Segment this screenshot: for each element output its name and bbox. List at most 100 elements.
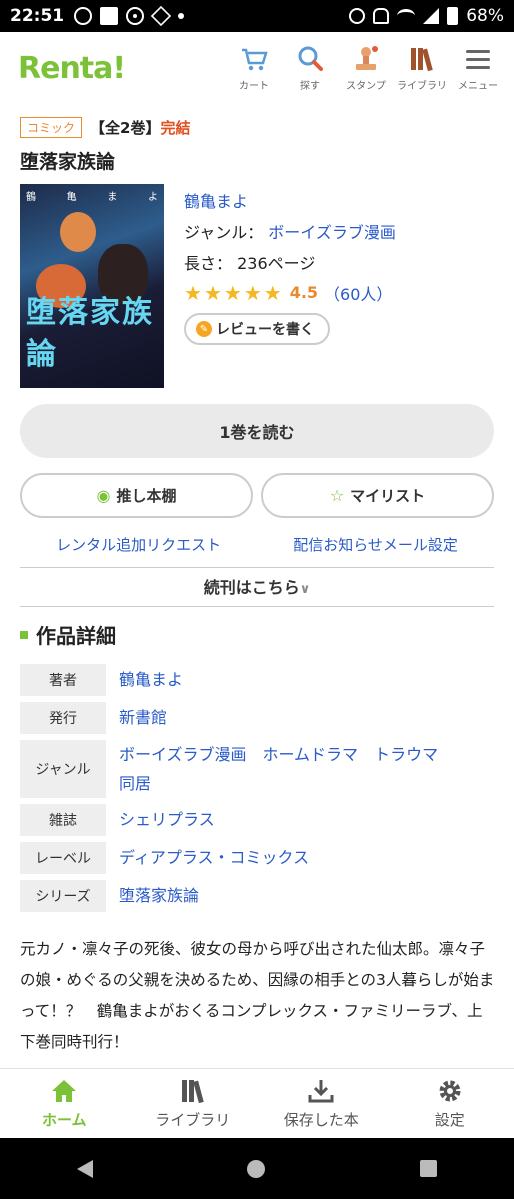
nav-search[interactable]: 探す bbox=[284, 44, 336, 92]
star-rating: ★ ★ ★ ★ ★ bbox=[184, 283, 282, 303]
detail-genre-link[interactable]: ホームドラマ bbox=[263, 742, 359, 768]
status-bar: 22:51 68% bbox=[0, 0, 514, 32]
signal-icon bbox=[423, 8, 440, 24]
book-meta: コミック 【全2巻】 完結 bbox=[20, 117, 190, 138]
library-icon bbox=[411, 48, 433, 72]
detail-label: 雑誌 bbox=[20, 804, 106, 836]
mylist-button[interactable]: ☆ マイリスト bbox=[261, 473, 494, 518]
library-icon bbox=[181, 1080, 204, 1104]
genre-link[interactable]: ボーイズラブ漫画 bbox=[268, 219, 396, 243]
bottom-nav-settings[interactable]: 設定 bbox=[386, 1069, 514, 1138]
home-icon bbox=[52, 1080, 77, 1102]
detail-magazine-link[interactable]: シェリプラス bbox=[119, 807, 215, 833]
detail-label: シリーズ bbox=[20, 880, 106, 912]
write-review-button[interactable]: ✎ レビューを書く bbox=[184, 313, 330, 345]
alarm-icon bbox=[349, 8, 366, 24]
bottom-nav-saved[interactable]: 保存した本 bbox=[257, 1069, 386, 1138]
home-circle-icon[interactable] bbox=[247, 1159, 266, 1178]
detail-label: ジャンル bbox=[20, 740, 106, 798]
chevron-down-icon: ∨ bbox=[299, 582, 311, 597]
detail-row-label: レーベル ディアプラス・コミックス bbox=[20, 842, 494, 874]
category-tag: コミック bbox=[20, 117, 83, 138]
detail-genre-link[interactable]: ボーイズラブ漫画 bbox=[119, 742, 247, 768]
star-icon: ★ bbox=[223, 280, 242, 305]
more-notifications-icon bbox=[178, 13, 185, 19]
cover-author-char: ま bbox=[107, 192, 118, 203]
mute-icon bbox=[373, 8, 390, 24]
cover-author-char: 鶴 bbox=[26, 192, 36, 203]
heading-marker bbox=[20, 630, 28, 639]
nav-cart-label: カート bbox=[239, 81, 269, 92]
search-icon bbox=[298, 46, 323, 71]
system-nav-bar bbox=[0, 1138, 514, 1199]
book-info: 鶴亀まよ ジャンル： ボーイズラブ漫画 長さ： 236ページ ★ ★ ★ ★ ★… bbox=[184, 184, 396, 345]
gear-icon bbox=[439, 1080, 461, 1102]
detail-row-magazine: 雑誌 シェリプラス bbox=[20, 804, 494, 836]
details-heading: 作品詳細 bbox=[20, 620, 116, 649]
recent-apps-icon[interactable] bbox=[419, 1160, 437, 1177]
header-nav: カート 探す スタンプ ライブラリ メニュー bbox=[228, 44, 504, 92]
record-icon bbox=[126, 7, 145, 25]
detail-label: レーベル bbox=[20, 842, 106, 874]
detail-genre-link[interactable]: トラウマ bbox=[374, 742, 438, 768]
star-icon: ★ bbox=[184, 280, 202, 305]
nav-library[interactable]: ライブラリ bbox=[396, 44, 448, 92]
menu-icon bbox=[466, 50, 490, 69]
notify-setting-link[interactable]: 配信お知らせメール設定 bbox=[293, 534, 458, 555]
download-icon bbox=[308, 1080, 334, 1103]
status-time: 22:51 bbox=[10, 6, 65, 26]
detail-row-publisher: 発行 新書館 bbox=[20, 702, 494, 734]
detail-imprint-link[interactable]: ディアプラス・コミックス bbox=[119, 845, 309, 871]
detail-author-link[interactable]: 鶴亀まよ bbox=[119, 667, 183, 693]
book-title: 堕落家族論 bbox=[20, 151, 116, 173]
nav-search-label: 探す bbox=[300, 81, 320, 92]
detail-series-link[interactable]: 堕落家族論 bbox=[119, 883, 199, 909]
bottom-nav-library[interactable]: ライブラリ bbox=[129, 1069, 258, 1138]
docomo-icon bbox=[74, 7, 93, 25]
continued-label: 続刊はこちら bbox=[203, 578, 300, 597]
cart-icon bbox=[242, 48, 268, 71]
cover-author: 鶴 亀 ま よ bbox=[26, 188, 158, 203]
cover-author-char: 亀 bbox=[66, 192, 77, 203]
detail-row-author: 著者 鶴亀まよ bbox=[20, 664, 494, 696]
book-cover[interactable]: 鶴 亀 ま よ 堕落家族論 bbox=[20, 184, 164, 388]
continued-volumes-toggle[interactable]: 続刊はこちら∨ bbox=[0, 574, 514, 598]
cover-figure bbox=[60, 212, 96, 252]
stamp-icon bbox=[356, 46, 378, 70]
book-description: 元カノ・凛々子の死後、彼女の母から呼び出された仙太郎。凛々子の娘・めぐるの父親を… bbox=[20, 940, 495, 1051]
rating-count[interactable]: （60人） bbox=[324, 281, 392, 305]
back-icon[interactable] bbox=[77, 1159, 94, 1178]
secondary-links: レンタル追加リクエスト 配信お知らせメール設定 bbox=[20, 534, 494, 555]
read-first-volume-button[interactable]: 1巻を読む bbox=[20, 404, 494, 458]
detail-row-series: シリーズ 堕落家族論 bbox=[20, 880, 494, 912]
author-link[interactable]: 鶴亀まよ bbox=[184, 188, 248, 212]
wifi-icon bbox=[397, 9, 416, 23]
mylist-label: マイリスト bbox=[350, 487, 426, 505]
renta-logo[interactable]: Renta! bbox=[18, 51, 126, 86]
cover-title: 堕落家族論 bbox=[26, 295, 154, 372]
notification-square-icon bbox=[100, 7, 119, 25]
star-icon: ★ bbox=[203, 280, 222, 305]
battery-icon bbox=[447, 7, 459, 25]
detail-genre-link[interactable]: 同居 bbox=[119, 771, 151, 797]
detail-publisher-link[interactable]: 新書館 bbox=[119, 705, 167, 731]
app-notification-icon bbox=[150, 5, 172, 27]
nav-menu-label: メニュー bbox=[458, 81, 498, 92]
battery-percent: 68% bbox=[466, 6, 504, 26]
favorite-shelf-button[interactable]: ◉ 推し本棚 bbox=[20, 473, 253, 518]
app-header: Renta! カート 探す スタンプ ライブラリ メニュー bbox=[0, 32, 514, 104]
details-heading-text: 作品詳細 bbox=[36, 624, 116, 648]
nav-menu[interactable]: メニュー bbox=[452, 44, 504, 92]
page-count: 236ページ bbox=[237, 253, 316, 273]
rental-request-link[interactable]: レンタル追加リクエスト bbox=[56, 534, 221, 555]
nav-cart[interactable]: カート bbox=[228, 44, 280, 92]
pencil-icon: ✎ bbox=[196, 321, 212, 337]
nav-library-label: ライブラリ bbox=[397, 81, 447, 92]
detail-label: 発行 bbox=[20, 702, 106, 734]
bottom-nav-home[interactable]: ホーム bbox=[0, 1069, 129, 1138]
nav-stamp[interactable]: スタンプ bbox=[340, 44, 392, 92]
detail-label: 著者 bbox=[20, 664, 106, 696]
favorite-shelf-label: 推し本棚 bbox=[116, 487, 177, 505]
divider bbox=[20, 606, 494, 607]
genre-label: ジャンル： bbox=[184, 222, 264, 242]
